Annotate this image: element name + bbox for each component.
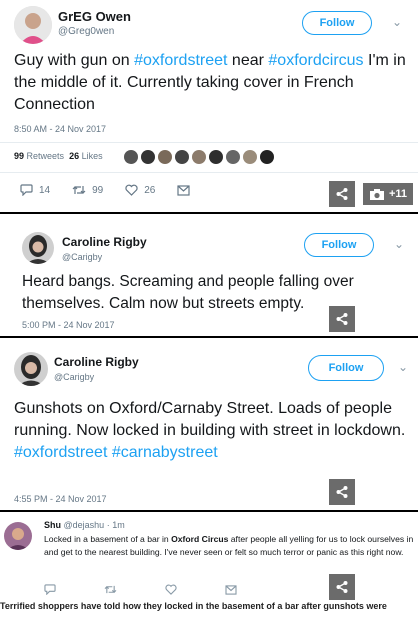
retweet-icon — [72, 186, 86, 194]
avatar[interactable] — [141, 150, 155, 164]
timestamp[interactable]: 8:50 AM - 24 Nov 2017 — [14, 124, 106, 134]
retweets-label[interactable]: Retweets — [27, 151, 65, 161]
tweet-time[interactable]: 1m — [112, 520, 125, 530]
camera-icon — [370, 189, 384, 200]
tweet-header: Shu @dejashu · 1m — [44, 520, 125, 530]
avatar[interactable] — [209, 150, 223, 164]
like-count: 26 — [144, 184, 156, 196]
reply-count: 14 — [39, 184, 51, 196]
image-caption: Terrified shoppers have told how they lo… — [0, 601, 387, 611]
mail-icon — [177, 184, 190, 196]
follow-label: Follow — [321, 239, 357, 251]
tweet-actions — [44, 584, 237, 595]
follow-button[interactable]: Follow — [302, 11, 372, 35]
divider — [0, 172, 418, 173]
avatar[interactable] — [158, 150, 172, 164]
tweet-card-1: GrEG Owen @Greg0wen Follow ⌄ Guy with gu… — [0, 0, 418, 212]
avatar[interactable] — [192, 150, 206, 164]
chevron-down-icon[interactable]: ⌄ — [392, 15, 402, 29]
tweet-card-4: Shu @dejashu · 1m Locked in a basement o… — [0, 512, 418, 600]
hashtag-link[interactable]: #oxfordstreet — [14, 444, 107, 461]
avatar[interactable] — [260, 150, 274, 164]
user-handle[interactable]: @Carigby — [54, 372, 94, 382]
heart-icon — [125, 184, 138, 196]
share-button[interactable] — [329, 479, 355, 505]
tweet-card-2: Caroline Rigby @Carigby Follow ⌄ Heard b… — [0, 214, 418, 336]
follow-label: Follow — [328, 362, 364, 374]
separator-dot: · — [106, 520, 110, 530]
retweet-count: 99 — [92, 184, 104, 196]
avatar[interactable] — [175, 150, 189, 164]
avatar[interactable] — [14, 6, 52, 44]
retweet-icon[interactable] — [104, 584, 117, 595]
tweet-text: Guy with gun on #oxfordstreet near #oxfo… — [14, 52, 406, 113]
share-button[interactable] — [329, 306, 355, 332]
hashtag-link[interactable]: #oxfordstreet — [134, 52, 227, 69]
photo-gallery-button[interactable]: +11 — [363, 183, 414, 205]
display-name[interactable]: Caroline Rigby — [54, 355, 139, 369]
like-action[interactable]: 26 — [125, 184, 155, 196]
retweets-count[interactable]: 99 — [14, 151, 24, 161]
reply-action[interactable]: 14 — [20, 184, 50, 196]
follow-button[interactable]: Follow — [304, 233, 374, 257]
user-handle[interactable]: @Greg0wen — [58, 26, 114, 37]
likes-label[interactable]: Likes — [82, 151, 103, 161]
avatar[interactable] — [14, 352, 48, 386]
tweet-card-3: Caroline Rigby @Carigby Follow ⌄ Gunshot… — [0, 338, 418, 510]
tweet-text: Gunshots on Oxford/Carnaby Street. Loads… — [14, 400, 406, 461]
likes-count[interactable]: 26 — [69, 151, 79, 161]
hashtag-link[interactable]: #carnabystreet — [112, 444, 218, 461]
share-icon — [336, 188, 348, 200]
avatar[interactable] — [243, 150, 257, 164]
reply-icon[interactable] — [44, 584, 56, 595]
chevron-down-icon[interactable]: ⌄ — [398, 360, 408, 374]
engagement-stats: 99 Retweets 26 Likes — [14, 151, 103, 161]
heart-icon[interactable] — [165, 584, 177, 595]
photo-count: +11 — [389, 188, 408, 200]
avatar[interactable] — [4, 522, 32, 550]
share-button[interactable] — [329, 574, 355, 600]
share-icon — [336, 313, 348, 325]
divider — [0, 142, 418, 143]
user-handle[interactable]: @Carigby — [62, 252, 102, 262]
retweet-action[interactable]: 99 — [72, 184, 103, 196]
share-button[interactable] — [329, 181, 355, 207]
mail-icon[interactable] — [225, 584, 237, 595]
user-handle[interactable]: @dejashu — [64, 520, 105, 530]
follow-label: Follow — [319, 17, 355, 29]
avatar[interactable] — [226, 150, 240, 164]
share-icon — [336, 581, 348, 593]
display-name[interactable]: Caroline Rigby — [62, 235, 147, 249]
chevron-down-icon[interactable]: ⌄ — [394, 237, 404, 251]
liker-avatars — [124, 150, 274, 164]
avatar[interactable] — [22, 232, 54, 264]
dm-action[interactable] — [177, 184, 190, 196]
hashtag-link[interactable]: #oxfordcircus — [268, 52, 363, 69]
timestamp[interactable]: 5:00 PM - 24 Nov 2017 — [22, 320, 115, 330]
tweet-text: Locked in a basement of a bar in Oxford … — [44, 534, 414, 557]
timestamp[interactable]: 4:55 PM - 24 Nov 2017 — [14, 494, 107, 504]
display-name[interactable]: GrEG Owen — [58, 9, 131, 24]
reply-icon — [20, 184, 33, 196]
follow-button[interactable]: Follow — [308, 355, 384, 381]
bold-location: Oxford Circus — [171, 534, 229, 544]
display-name[interactable]: Shu — [44, 520, 61, 530]
share-icon — [336, 486, 348, 498]
avatar[interactable] — [124, 150, 138, 164]
tweet-actions: 14 99 26 — [20, 184, 190, 196]
